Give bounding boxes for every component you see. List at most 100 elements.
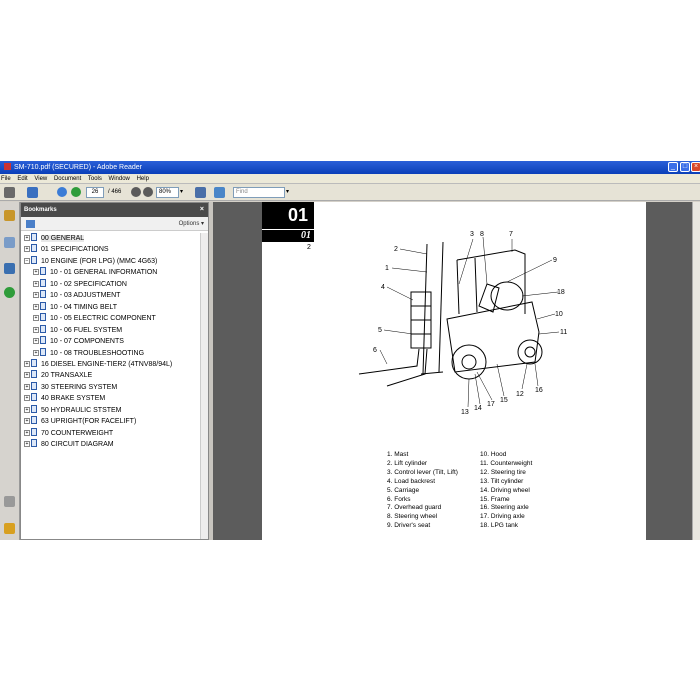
bookmark-page-icon <box>40 347 46 356</box>
expand-toggle-icon[interactable]: − <box>24 257 30 264</box>
bookmark-label: 10 ENGINE (FOR LPG) (MMC 4G63) <box>41 257 158 265</box>
bookmark-item[interactable]: +10 - 03 ADJUSTMENT <box>33 290 120 301</box>
fit-page-icon[interactable] <box>214 187 225 198</box>
print-icon[interactable] <box>4 187 15 198</box>
bookmark-label: 30 STEERING SYSTEM <box>41 383 118 391</box>
legend-item: 13. Tilt cylinder <box>480 477 524 485</box>
bookmark-page-icon <box>40 324 46 333</box>
bookmark-item[interactable]: +63 UPRIGHT(FOR FACELIFT) <box>24 416 136 427</box>
bookmark-page-icon <box>40 267 46 276</box>
page-number-input[interactable]: 26 <box>86 187 104 198</box>
callout-6: 6 <box>373 347 377 354</box>
zoom-in-icon[interactable] <box>143 187 153 197</box>
previous-page-icon[interactable] <box>57 187 67 197</box>
callout-1: 1 <box>385 265 389 272</box>
expand-toggle-icon[interactable]: + <box>33 292 39 299</box>
forklift-diagram: 1 2 3 4 5 6 7 8 9 10 11 12 13 14 15 16 1… <box>358 231 567 416</box>
expand-toggle-icon[interactable]: + <box>24 246 30 253</box>
bookmark-item[interactable]: +10 - 08 TROUBLESHOOTING <box>33 347 144 359</box>
legend-item: 10. Hood <box>480 451 507 458</box>
expand-toggle-icon[interactable]: + <box>24 235 30 241</box>
menu-tools[interactable]: Tools <box>88 176 102 182</box>
bookmark-item[interactable]: +50 HYDRAULIC STSTEM <box>24 404 122 416</box>
minimize-button[interactable]: _ <box>668 162 678 172</box>
maximize-button[interactable]: □ <box>680 162 690 172</box>
bookmark-item[interactable]: − 10 ENGINE (FOR LPG) (MMC 4G63) <box>24 255 158 267</box>
zoom-input[interactable]: 80% <box>156 187 179 198</box>
pages-icon[interactable] <box>4 237 15 248</box>
bookmark-item[interactable]: +01 SPECIFICATIONS <box>24 244 109 255</box>
bookmark-label: 10 - 03 ADJUSTMENT <box>50 292 121 300</box>
expand-toggle-icon[interactable]: + <box>33 349 39 356</box>
bookmark-page-icon <box>31 233 37 241</box>
legend-item: 1. Mast <box>387 451 409 458</box>
expand-toggle-icon[interactable]: + <box>24 406 30 413</box>
bookmark-item[interactable]: +10 - 04 TIMING BELT <box>33 301 117 313</box>
bookmark-item[interactable]: +10 - 06 FUEL SYSTEM <box>33 324 122 336</box>
expand-toggle-icon[interactable]: + <box>24 418 30 425</box>
menu-edit[interactable]: Edit <box>17 176 27 182</box>
bookmarks-options-button[interactable]: Options ▾ <box>179 217 204 231</box>
bookmark-label: 00 GENERAL <box>41 235 85 242</box>
bookmarks-scrollbar[interactable] <box>200 233 208 539</box>
bookmark-options-icon[interactable] <box>26 220 35 228</box>
expand-toggle-icon[interactable]: + <box>24 360 30 367</box>
zoom-dropdown-icon[interactable]: ▾ <box>180 187 183 198</box>
bookmark-page-icon <box>31 416 37 425</box>
legend-item: 6. Forks <box>387 495 411 503</box>
bookmarks-icon[interactable] <box>4 263 15 274</box>
menu-help[interactable]: Help <box>137 176 149 182</box>
close-button[interactable]: × <box>691 162 700 172</box>
menu-file[interactable]: File <box>1 176 11 182</box>
legend-item: 16. Steering axle <box>480 504 529 512</box>
lock-icon[interactable] <box>4 210 15 221</box>
bookmark-item[interactable]: +10 - 05 ELECTRIC COMPONENT <box>33 313 156 324</box>
expand-toggle-icon[interactable]: + <box>33 338 39 345</box>
legend-item: 8. Steering wheel <box>387 513 438 521</box>
expand-toggle-icon[interactable]: + <box>33 315 39 322</box>
legend-item: 9. Driver's seat <box>387 522 431 530</box>
menu-window[interactable]: Window <box>109 176 130 182</box>
find-dropdown-icon[interactable]: ▾ <box>286 187 289 198</box>
bookmark-item[interactable]: +00 GENERAL <box>24 233 85 244</box>
expand-toggle-icon[interactable]: + <box>33 326 39 333</box>
email-icon[interactable] <box>27 187 38 198</box>
callout-14: 14 <box>474 405 482 412</box>
bookmark-item[interactable]: +20 TRANSAXLE <box>24 370 92 381</box>
expand-toggle-icon[interactable]: + <box>24 383 30 390</box>
document-scrollbar[interactable] <box>692 202 700 540</box>
callout-9: 9 <box>553 257 557 264</box>
zoom-out-icon[interactable] <box>131 187 141 197</box>
bookmark-item[interactable]: +10 - 01 GENERAL INFORMATION <box>33 267 157 278</box>
bookmark-item[interactable]: +10 - 07 COMPONENTS <box>33 336 124 347</box>
bookmarks-close-button[interactable]: × <box>200 203 204 217</box>
attachment-icon[interactable] <box>4 496 15 507</box>
bookmark-page-icon <box>40 336 46 345</box>
expand-toggle-icon[interactable]: + <box>24 441 30 448</box>
menu-view[interactable]: View <box>34 176 47 182</box>
bookmark-item[interactable]: +10 - 02 SPECIFICATION <box>33 278 127 290</box>
bookmark-item[interactable]: +40 BRAKE SYSTEM <box>24 393 105 404</box>
expand-toggle-icon[interactable]: + <box>24 372 30 379</box>
callout-10: 10 <box>555 311 563 318</box>
menu-bar: File Edit View Document Tools Window Hel… <box>0 174 700 184</box>
expand-toggle-icon[interactable]: + <box>33 303 39 310</box>
bookmark-item[interactable]: +30 STEERING SYSTEM <box>24 381 118 393</box>
expand-toggle-icon[interactable]: + <box>33 269 39 276</box>
bookmark-item[interactable]: +80 CIRCUIT DIAGRAM <box>24 439 114 450</box>
next-page-icon[interactable] <box>71 187 81 197</box>
save-icon[interactable] <box>195 187 206 198</box>
expand-toggle-icon[interactable]: + <box>24 429 30 436</box>
how-to-icon[interactable] <box>4 287 15 298</box>
expand-toggle-icon[interactable]: + <box>24 395 30 402</box>
menu-document[interactable]: Document <box>54 176 81 182</box>
bookmark-label: 10 - 07 COMPONENTS <box>50 338 124 346</box>
legend-item: 11. Counterweight <box>480 459 533 467</box>
find-input[interactable]: Find <box>233 187 285 198</box>
bookmark-item[interactable]: +70 COUNTERWEIGHT <box>24 427 113 439</box>
expand-toggle-icon[interactable]: + <box>33 280 39 287</box>
callout-12: 12 <box>516 391 524 398</box>
comments-icon[interactable] <box>4 523 15 534</box>
bookmark-item[interactable]: +16 DIESEL ENGINE-TIER2 (4TNV88/94L) <box>24 358 172 370</box>
bookmark-page-icon <box>31 358 37 367</box>
